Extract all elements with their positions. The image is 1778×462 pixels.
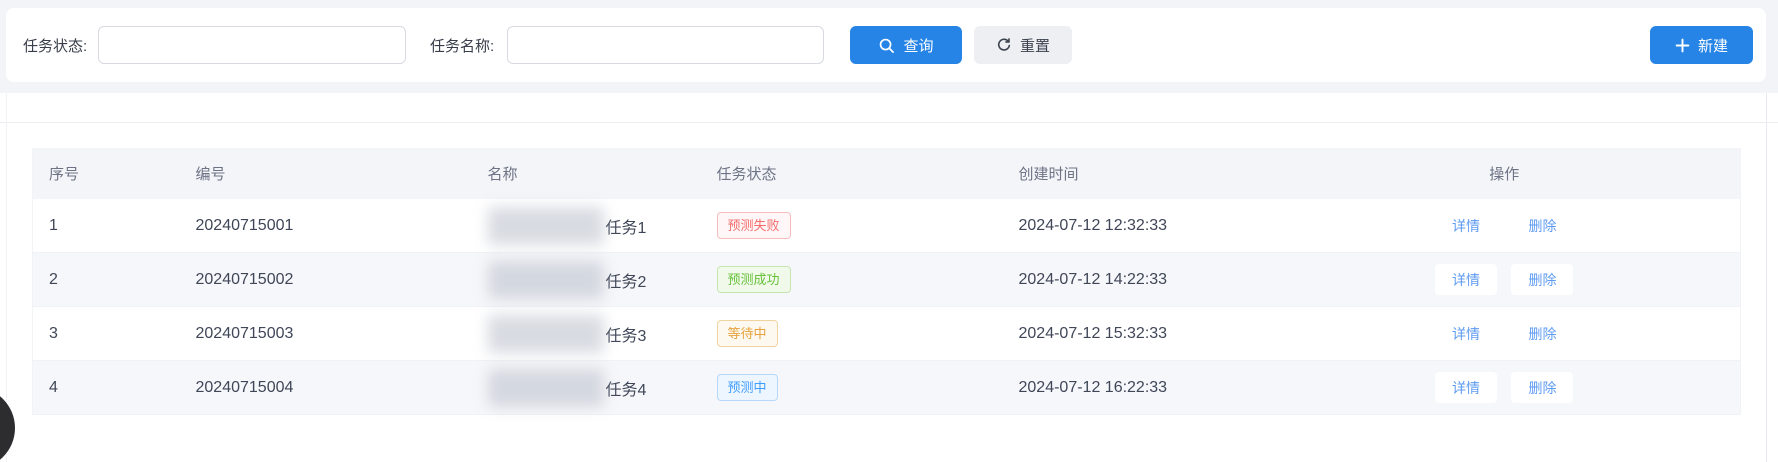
cell-code: 20240715002 — [151, 253, 461, 307]
column-header-index: 序号 — [33, 148, 151, 199]
reset-button-label: 重置 — [1020, 35, 1050, 56]
detail-button[interactable]: 详情 — [1435, 210, 1497, 241]
cell-index: 1 — [33, 199, 151, 253]
create-button[interactable]: 新建 — [1650, 26, 1753, 64]
cell-code: 20240715004 — [151, 361, 461, 415]
redacted-name-blur — [488, 261, 604, 299]
cell-index: 4 — [33, 361, 151, 415]
delete-button[interactable]: 删除 — [1511, 264, 1573, 295]
delete-button[interactable]: 删除 — [1511, 372, 1573, 403]
content-divider — [0, 122, 1778, 123]
status-badge: 预测中 — [717, 374, 778, 401]
column-header-name: 名称 — [461, 148, 716, 199]
cell-name: 任务3 — [606, 322, 647, 346]
content-right-edge — [1766, 93, 1767, 462]
cell-name: 任务1 — [606, 214, 647, 238]
column-header-status: 任务状态 — [716, 148, 1018, 199]
create-button-label: 新建 — [1698, 35, 1728, 56]
cell-created: 2024-07-12 16:22:33 — [1018, 361, 1269, 415]
task-status-input[interactable] — [98, 26, 406, 64]
refresh-icon — [996, 37, 1012, 53]
table-row: 1 20240715001 任务1 预测失败 2024-07-12 12:32:… — [33, 199, 1741, 253]
status-badge: 预测失败 — [717, 212, 791, 239]
redacted-name-blur — [488, 207, 604, 245]
column-header-created: 创建时间 — [1018, 148, 1269, 199]
filter-bar: 任务状态: 任务名称: 查询 重置 — [6, 8, 1766, 82]
page: 任务状态: 任务名称: 查询 重置 — [0, 0, 1778, 462]
table-row: 3 20240715003 任务3 等待中 2024-07-12 15:32:3… — [33, 307, 1741, 361]
delete-button[interactable]: 删除 — [1511, 210, 1573, 241]
table-row: 2 20240715002 任务2 预测成功 2024-07-12 14:22:… — [33, 253, 1741, 307]
column-header-code: 编号 — [151, 148, 461, 199]
reset-button[interactable]: 重置 — [974, 26, 1072, 64]
search-button-label: 查询 — [903, 35, 933, 56]
cell-created: 2024-07-12 14:22:33 — [1018, 253, 1269, 307]
detail-button[interactable]: 详情 — [1435, 372, 1497, 403]
table-header-row: 序号 编号 名称 任务状态 创建时间 操作 — [33, 148, 1741, 199]
plus-icon — [1675, 38, 1690, 53]
cell-name: 任务2 — [606, 268, 647, 292]
cell-index: 3 — [33, 307, 151, 361]
table-row: 4 20240715004 任务4 预测中 2024-07-12 16:22:3… — [33, 361, 1741, 415]
cell-name: 任务4 — [606, 376, 647, 400]
task-name-input[interactable] — [507, 26, 824, 64]
cell-index: 2 — [33, 253, 151, 307]
status-badge: 等待中 — [717, 320, 778, 347]
delete-button[interactable]: 删除 — [1511, 318, 1573, 349]
cell-code: 20240715001 — [151, 199, 461, 253]
redacted-name-blur — [488, 369, 604, 407]
task-table: 序号 编号 名称 任务状态 创建时间 操作 1 20240715001 任务1 … — [32, 148, 1741, 415]
task-status-label: 任务状态: — [23, 8, 87, 82]
redacted-name-blur — [488, 315, 604, 353]
search-button[interactable]: 查询 — [850, 26, 962, 64]
content-card: 序号 编号 名称 任务状态 创建时间 操作 1 20240715001 任务1 … — [0, 93, 1778, 462]
task-name-label: 任务名称: — [430, 8, 494, 82]
detail-button[interactable]: 详情 — [1435, 318, 1497, 349]
cell-created: 2024-07-12 12:32:33 — [1018, 199, 1269, 253]
detail-button[interactable]: 详情 — [1435, 264, 1497, 295]
status-badge: 预测成功 — [717, 266, 791, 293]
column-header-actions: 操作 — [1269, 148, 1741, 199]
cell-created: 2024-07-12 15:32:33 — [1018, 307, 1269, 361]
search-icon — [878, 37, 895, 54]
cell-code: 20240715003 — [151, 307, 461, 361]
